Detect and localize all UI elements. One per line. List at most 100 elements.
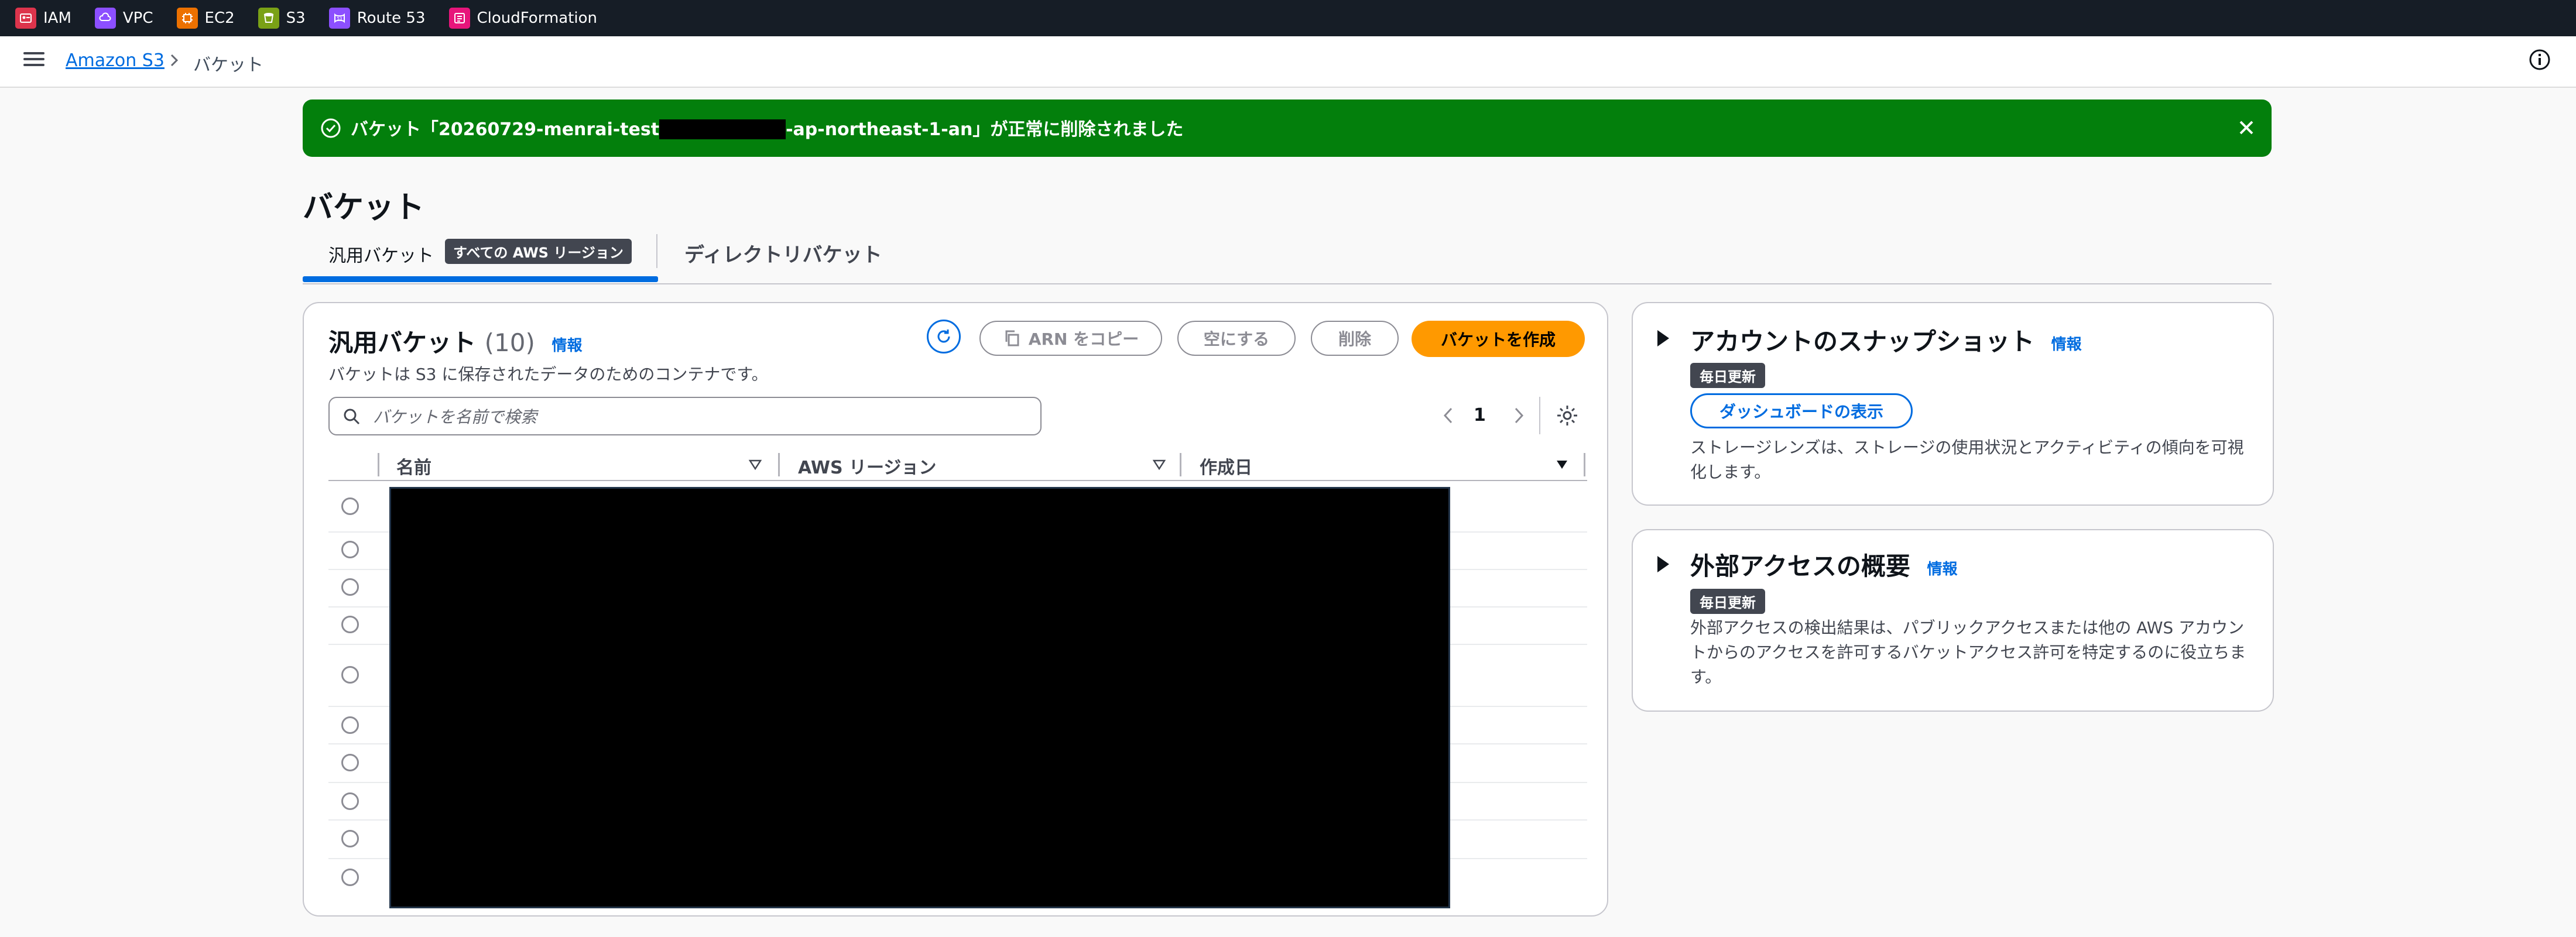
flash-text: バケット「20260729-menrai-test -ap-northeast-1… [351,115,1183,142]
refresh-button[interactable] [927,320,961,353]
expand-caret-icon[interactable] [1657,556,1669,572]
service-shortcut-s3[interactable]: S3 [258,8,306,29]
empty-button[interactable]: 空にする [1177,321,1296,356]
tab-label: 汎用バケット [328,246,434,266]
all-regions-badge: すべての AWS リージョン [445,239,632,264]
refresh-icon [937,330,950,343]
service-label: Route 53 [357,9,426,27]
close-icon[interactable] [2236,117,2257,138]
external-access-title: 外部アクセスの概要 情報 [1690,547,1958,582]
redacted-table-content [389,487,1450,908]
bucket-type-tabs: 汎用バケット すべての AWS リージョン ディレクトリバケット [303,225,2272,284]
menu-icon[interactable] [23,49,44,70]
success-flash-message: バケット「20260729-menrai-test -ap-northeast-1… [303,99,2272,157]
snapshot-title-text: アカウントのスナップショット [1690,327,2035,356]
service-shortcut-ec2[interactable]: EC2 [176,8,235,29]
row-select-radio[interactable] [341,541,359,558]
iam-icon [15,8,36,29]
ec2-icon [176,8,198,29]
info-link[interactable]: 情報 [2051,336,2082,353]
row-select-radio[interactable] [341,716,359,734]
row-select-radio[interactable] [341,830,359,847]
search-icon [344,409,360,425]
column-header-name[interactable]: 名前 [396,453,431,479]
search-input[interactable] [372,403,1030,431]
redacted-text [659,119,786,139]
column-header-created[interactable]: 作成日 [1200,453,1252,479]
view-dashboard-button[interactable]: ダッシュボードの表示 [1690,393,1913,428]
chevron-right-icon [170,54,179,67]
row-select-radio[interactable] [341,666,359,684]
service-shortcut-iam[interactable]: IAM [15,8,71,29]
external-access-title-text: 外部アクセスの概要 [1690,552,1910,581]
info-panel-icon[interactable] [2528,48,2551,71]
bucket-search[interactable] [328,397,1042,435]
flash-text-before: バケット「20260729-menrai-test [351,119,660,140]
service-shortcut-route53[interactable]: 53 Route 53 [328,8,426,29]
panel-description: バケットは S3 に保存されたデータのためのコンテナです。 [328,365,768,384]
daily-update-badge: 毎日更新 [1690,589,1765,614]
panel-title-text: 汎用バケット [328,328,477,357]
account-snapshot-panel: アカウントのスナップショット 情報 毎日更新 ダッシュボードの表示 ストレージレ… [1632,302,2274,506]
copy-arn-label: ARN をコピー [1028,330,1139,349]
route53-icon: 53 [328,8,350,29]
breadcrumb-amazon-s3-link[interactable]: Amazon S3 [66,50,165,71]
snapshot-description: ストレージレンズは、ストレージの使用状況とアクティビティの傾向を可視化します。 [1690,438,2244,482]
panel-title: 汎用バケット (10) 情報 [328,323,583,359]
tab-general-purpose-buckets[interactable]: 汎用バケット すべての AWS リージョン [303,225,658,283]
breadcrumb-bar: Amazon S3 バケット [0,36,2576,88]
tab-directory-buckets[interactable]: ディレクトリバケット [684,239,882,267]
vpc-icon [94,8,116,29]
sort-descending-icon[interactable] [1554,457,1570,472]
service-label: CloudFormation [477,9,598,27]
delete-button[interactable]: 削除 [1311,321,1399,356]
external-access-summary-panel: 外部アクセスの概要 情報 毎日更新 外部アクセスの検出結果は、パブリックアクセス… [1632,529,2274,712]
service-shortcut-cloudformation[interactable]: CloudFormation [448,8,598,29]
column-divider [1584,453,1585,476]
service-label: EC2 [204,9,235,27]
sort-icon[interactable] [748,457,763,472]
row-select-radio[interactable] [341,497,359,515]
info-link[interactable]: 情報 [1927,561,1958,578]
row-select-radio[interactable] [341,754,359,771]
copy-arn-button[interactable]: ARN をコピー [979,321,1162,356]
create-bucket-button[interactable]: バケットを作成 [1412,321,1585,357]
success-check-icon [321,118,341,138]
info-link[interactable]: 情報 [551,337,582,355]
general-purpose-buckets-panel: 汎用バケット (10) 情報 バケットは S3 に保存されたデータのためのコンテ… [303,302,1608,917]
breadcrumb-current: バケット [193,55,263,75]
row-select-radio[interactable] [341,869,359,886]
tab-divider [656,234,657,268]
row-select-radio[interactable] [341,616,359,633]
flash-text-after: -ap-northeast-1-an」が正常に削除されました [786,119,1184,140]
service-label: S3 [286,9,306,27]
column-divider [378,453,379,476]
snapshot-title: アカウントのスナップショット 情報 [1690,322,2082,358]
service-label: VPC [122,9,153,27]
column-divider [1180,453,1181,476]
row-select-radio[interactable] [341,792,359,810]
next-page-icon[interactable] [1510,404,1527,427]
service-shortcut-vpc[interactable]: VPC [94,8,153,29]
column-divider [778,453,780,476]
svg-text:53: 53 [337,16,342,21]
cloudformation-icon [448,8,470,29]
external-access-description: 外部アクセスの検出結果は、パブリックアクセスまたは他の AWS アカウントからの… [1690,618,2246,687]
bucket-count: (10) [484,328,535,357]
s3-icon [258,8,279,29]
service-label: IAM [43,9,71,27]
expand-caret-icon[interactable] [1657,330,1669,346]
pager-divider [1539,397,1540,434]
previous-page-icon[interactable] [1440,404,1457,427]
current-page-number[interactable]: 1 [1474,405,1486,425]
active-tab-indicator [303,276,658,282]
daily-update-badge: 毎日更新 [1690,363,1765,388]
table-header: 名前 AWS リージョン 作成日 [328,447,1587,481]
row-select-radio[interactable] [341,578,359,596]
service-shortcut-bar: IAM VPC EC2 S3 53 Route 53 CloudFormatio… [0,0,2576,36]
copy-icon [1005,330,1019,346]
sort-icon[interactable] [1152,457,1167,472]
gear-icon[interactable] [1556,404,1579,427]
column-header-region[interactable]: AWS リージョン [798,453,936,479]
page-title: バケット [303,190,425,225]
